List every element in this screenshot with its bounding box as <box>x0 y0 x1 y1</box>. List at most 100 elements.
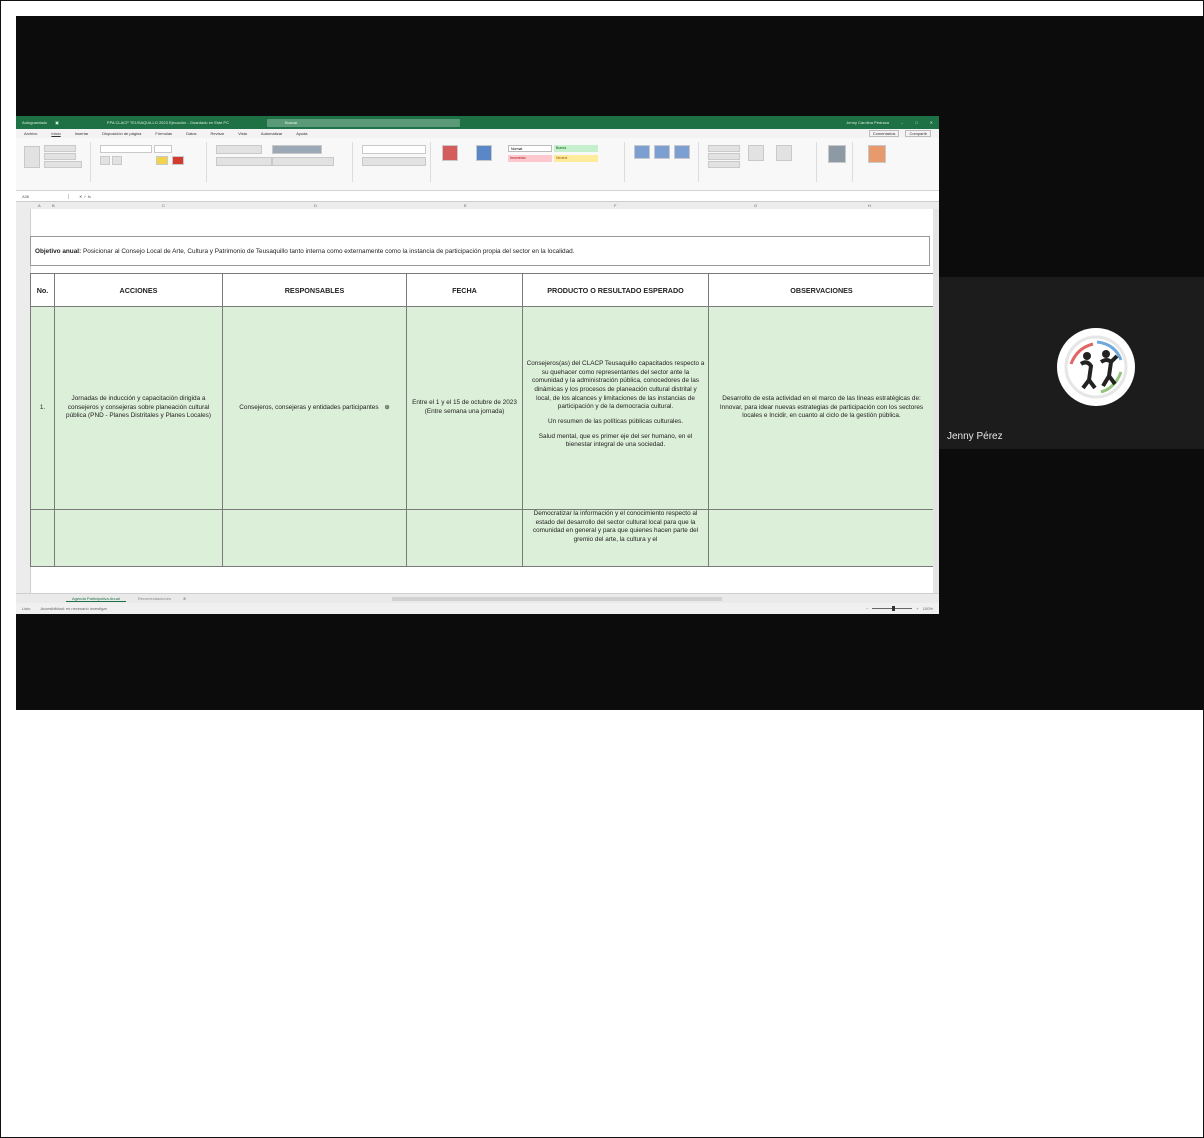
tab-disposicion[interactable]: Disposición de página <box>102 131 141 136</box>
cell-observaciones-2[interactable] <box>708 509 935 567</box>
cell-no[interactable]: 1. <box>30 306 55 510</box>
cell-responsables[interactable]: Consejeros, consejeras y entidades parti… <box>222 306 407 510</box>
cell-fecha[interactable]: Entre el 1 y el 15 de octubre de 2023 (E… <box>406 306 523 510</box>
header-no[interactable]: No. <box>30 273 55 307</box>
objective-row[interactable]: Objetivo anual: Posicionar al Consejo Lo… <box>30 236 930 266</box>
font-size-select[interactable] <box>154 145 172 153</box>
style-buena[interactable]: Buena <box>554 145 598 152</box>
header-observaciones[interactable]: OBSERVACIONES <box>708 273 935 307</box>
close-icon[interactable]: ✕ <box>930 120 933 125</box>
format-cells-icon[interactable] <box>674 145 690 159</box>
tab-vista[interactable]: Vista <box>238 131 247 136</box>
cell-producto[interactable]: Consejeros(as) del CLACP Teusaquillo cap… <box>522 306 709 510</box>
header-acciones[interactable]: ACCIONES <box>54 273 223 307</box>
align-icon[interactable] <box>216 145 262 154</box>
cell-producto-2[interactable]: Democratizar la información y el conocim… <box>522 509 709 567</box>
accessibility-text[interactable]: Accesibilidad: es necesario investigar <box>40 606 106 611</box>
cursor-icon: ⊕ <box>384 403 390 411</box>
zoom-slider[interactable] <box>872 606 913 611</box>
formula-input[interactable] <box>101 192 939 200</box>
sheet-tab-recomendaciones[interactable]: Recomendaciones <box>132 596 177 601</box>
tab-formulas[interactable]: Fórmulas <box>155 131 172 136</box>
column-header-a[interactable]: A <box>38 203 41 208</box>
column-header-c[interactable]: C <box>162 203 165 208</box>
producto-paragraph-2: Un resumen de las políticas públicas cul… <box>548 417 683 425</box>
header-responsables[interactable]: RESPONSABLES <box>222 273 407 307</box>
zoom-out-icon[interactable]: − <box>866 606 868 611</box>
column-header-g[interactable]: G <box>754 203 757 208</box>
cell-acciones-2[interactable] <box>54 509 223 567</box>
analyze-data-icon[interactable] <box>828 145 846 163</box>
number-group <box>358 142 431 182</box>
autosave-label[interactable]: Autoguardado <box>22 120 47 125</box>
tab-insertar[interactable]: Insertar <box>75 131 89 136</box>
fill-icon[interactable] <box>708 153 740 160</box>
italic-icon[interactable] <box>112 156 122 165</box>
font-name-select[interactable] <box>100 145 152 153</box>
status-text: Listo <box>22 606 31 611</box>
style-normal[interactable]: Normal <box>508 145 552 152</box>
cell-no-2[interactable] <box>30 509 55 567</box>
font-color-icon[interactable] <box>172 156 184 165</box>
user-name[interactable]: Jenny Carolina Pedraza <box>846 120 889 125</box>
autosum-icon[interactable] <box>708 145 740 152</box>
participant-tile[interactable]: Jenny Pérez <box>939 277 1204 449</box>
minimize-icon[interactable]: – <box>901 120 903 125</box>
column-header-d[interactable]: D <box>314 203 317 208</box>
header-fecha[interactable]: FECHA <box>406 273 523 307</box>
percent-icon[interactable] <box>362 157 426 166</box>
editing-group <box>704 142 817 182</box>
cut-icon[interactable] <box>44 145 76 152</box>
style-neutral[interactable]: Neutral <box>554 155 598 162</box>
copy-icon[interactable] <box>44 153 76 160</box>
format-table-icon[interactable] <box>476 145 492 161</box>
wrap-text-icon[interactable] <box>272 145 322 154</box>
fill-color-icon[interactable] <box>156 156 168 165</box>
format-painter-icon[interactable] <box>44 161 82 168</box>
delete-cells-icon[interactable] <box>654 145 670 159</box>
style-incorrecto[interactable]: Incorrecto <box>508 155 552 162</box>
bold-icon[interactable] <box>100 156 110 165</box>
tab-revisar[interactable]: Revisar <box>211 131 225 136</box>
cell-responsables-2[interactable] <box>222 509 407 567</box>
comments-button[interactable]: Comentarios <box>868 130 900 137</box>
header-producto[interactable]: PRODUCTO O RESULTADO ESPERADO <box>522 273 709 307</box>
cell-observaciones[interactable]: Desarrollo de esta actividad en el marco… <box>708 306 935 510</box>
column-header-b[interactable]: B <box>52 203 55 208</box>
video-meeting-window: Autoguardado ▣ PPA CLACP TEUSAQUILLO 202… <box>16 16 1204 710</box>
tab-datos[interactable]: Datos <box>186 131 196 136</box>
conditional-format-icon[interactable] <box>442 145 458 161</box>
fx-icon[interactable]: ✕ ✓ fx <box>69 194 101 199</box>
add-sheet-icon[interactable]: ⊕ <box>183 596 186 601</box>
zoom-in-icon[interactable]: + <box>916 606 918 611</box>
name-box[interactable]: A36 <box>16 193 69 199</box>
insert-cells-icon[interactable] <box>634 145 650 159</box>
search-input[interactable]: Buscar <box>267 118 460 127</box>
save-icon[interactable]: ▣ <box>55 120 59 125</box>
fecha-note: (Entre semana una jornada) <box>424 408 505 415</box>
worksheet[interactable]: Objetivo anual: Posicionar al Consejo Lo… <box>16 209 939 593</box>
column-header-f[interactable]: F <box>614 203 616 208</box>
sort-filter-icon[interactable] <box>748 145 764 161</box>
tab-archivo[interactable]: Archivo <box>24 131 37 136</box>
tab-automatizar[interactable]: Automatizar <box>261 131 282 136</box>
paste-icon[interactable] <box>24 146 40 168</box>
merge-center-icon[interactable] <box>272 157 334 166</box>
zoom-level[interactable]: 100% <box>923 606 933 611</box>
cell-fecha-2[interactable] <box>406 509 523 567</box>
share-button[interactable]: Compartir <box>905 130 931 137</box>
sheet-tab-agenda[interactable]: Agenda Participativa Anual <box>66 596 126 602</box>
cell-acciones[interactable]: Jornadas de inducción y capacitación dir… <box>54 306 223 510</box>
column-header-h[interactable]: H <box>868 203 871 208</box>
horizontal-scrollbar[interactable] <box>392 596 723 601</box>
clear-icon[interactable] <box>708 161 740 168</box>
find-select-icon[interactable] <box>776 145 792 161</box>
align-left-icon[interactable] <box>216 157 272 166</box>
tab-ayuda[interactable]: Ayuda <box>296 131 307 136</box>
addins-icon[interactable] <box>868 145 886 163</box>
maximize-icon[interactable]: □ <box>915 120 917 125</box>
number-format-select[interactable] <box>362 145 426 154</box>
tab-inicio[interactable]: Inicio <box>51 131 60 136</box>
column-header-e[interactable]: E <box>464 203 467 208</box>
responsables-text: Consejeros, consejeras y entidades parti… <box>239 403 379 411</box>
